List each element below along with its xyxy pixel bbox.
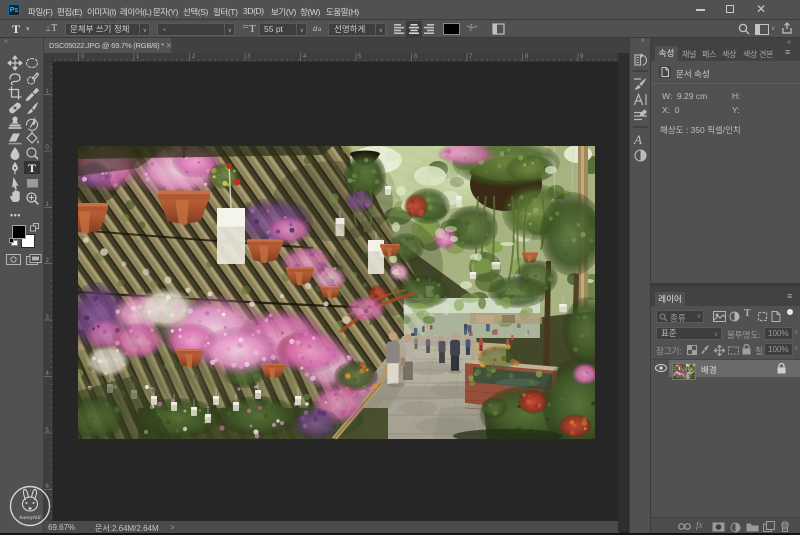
svg-text:bunnyhill: bunnyhill — [19, 515, 41, 521]
svg-text:A: A — [633, 132, 642, 147]
